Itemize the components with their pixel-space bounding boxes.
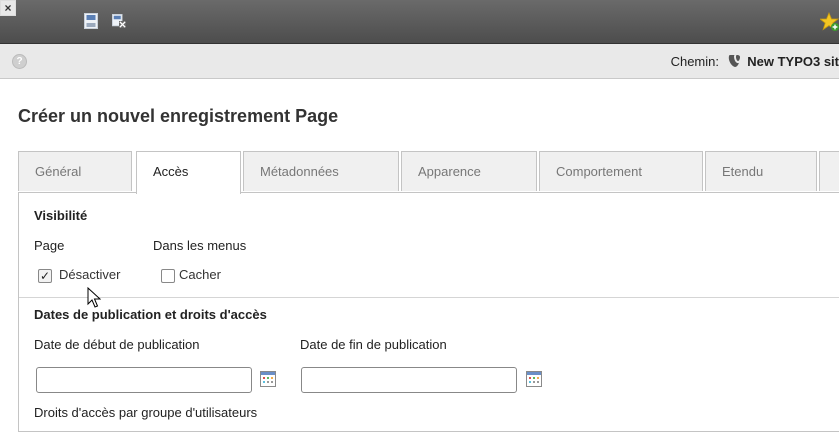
- save-icon[interactable]: [84, 13, 98, 29]
- tab-panel-access: Visibilité Page Dans les menus ✓ Désacti…: [18, 192, 839, 432]
- start-date-label: Date de début de publication: [34, 337, 200, 352]
- doc-header-toolbar: ×: [0, 0, 839, 44]
- tab-overflow: [819, 151, 839, 191]
- tab-general[interactable]: Général: [18, 151, 132, 191]
- breadcrumb: Chemin: New TYPO3 sit: [671, 54, 839, 69]
- user-groups-label: Droits d'accès par groupe d'utilisateurs: [34, 405, 258, 420]
- menus-visibility-label: Dans les menus: [153, 238, 247, 253]
- tab-extended[interactable]: Etendu: [705, 151, 817, 191]
- page-visibility-label: Page: [34, 238, 65, 253]
- visibility-heading: Visibilité: [34, 208, 88, 223]
- end-date-input[interactable]: [301, 367, 517, 393]
- end-date-label: Date de fin de publication: [300, 337, 447, 352]
- typo3-logo-icon: [728, 55, 740, 67]
- hide-in-menu-checkbox[interactable]: [161, 269, 175, 283]
- disable-checkbox[interactable]: ✓: [38, 269, 52, 283]
- close-icon[interactable]: ×: [0, 0, 16, 16]
- help-icon[interactable]: ?: [12, 54, 27, 69]
- start-date-input[interactable]: [36, 367, 252, 393]
- save-and-close-icon[interactable]: [112, 13, 126, 29]
- tab-metadata[interactable]: Métadonnées: [243, 151, 399, 191]
- path-label: Chemin:: [670, 54, 719, 69]
- site-name-link[interactable]: New TYPO3 sit: [747, 54, 839, 69]
- hide-in-menu-label[interactable]: Cacher: [179, 267, 221, 282]
- calendar-icon[interactable]: [526, 371, 542, 387]
- page-title: Créer un nouvel enregistrement Page: [18, 106, 339, 126]
- mouse-cursor-icon: [87, 287, 101, 308]
- publication-heading: Dates de publication et droits d'accès: [34, 307, 267, 322]
- star-add-icon[interactable]: [820, 12, 839, 32]
- tab-appearance[interactable]: Apparence: [401, 151, 537, 191]
- disable-checkbox-label[interactable]: Désactiver: [59, 267, 120, 282]
- calendar-icon[interactable]: [260, 371, 276, 387]
- section-divider: [19, 297, 839, 298]
- path-bar: ? Chemin: New TYPO3 sit: [0, 44, 839, 79]
- tab-access[interactable]: Accès: [136, 151, 241, 194]
- tab-behaviour[interactable]: Comportement: [539, 151, 703, 191]
